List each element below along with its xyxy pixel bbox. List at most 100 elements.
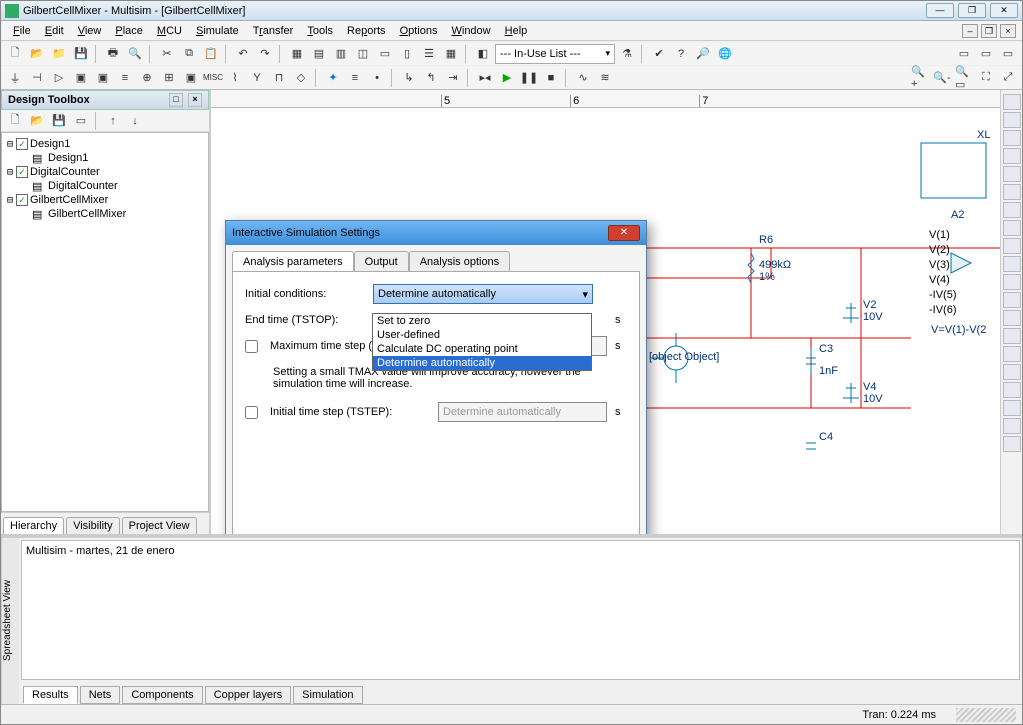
instr-8-icon[interactable] [1003,220,1021,236]
help-icon[interactable]: ? [671,44,691,64]
menu-reports[interactable]: Reports [341,23,392,39]
comp11-icon[interactable]: ⌇ [225,68,245,88]
layout3-icon[interactable]: ▭ [998,44,1018,64]
checkbox[interactable]: ✓ [16,194,28,206]
instr-4-icon[interactable] [1003,148,1021,164]
tab-copper-layers[interactable]: Copper layers [205,686,291,704]
tab-output[interactable]: Output [354,251,409,271]
instr-13-icon[interactable] [1003,310,1021,326]
db-icon[interactable]: ◫ [353,44,373,64]
menu-help[interactable]: Help [499,23,534,39]
initial-conditions-combo[interactable]: Determine automatically▾ [373,284,593,304]
tab-simulation[interactable]: Simulation [293,686,362,704]
dropdown-item-set-to-zero[interactable]: Set to zero [373,314,591,328]
dropdown-item-dc-op[interactable]: Calculate DC operating point [373,342,591,356]
tab-project-view[interactable]: Project View [122,517,197,534]
sheets-icon[interactable]: ▯ [397,44,417,64]
minimize-button[interactable]: — [926,3,954,18]
comp2-icon[interactable]: ⊣ [27,68,47,88]
spreadsheet-content[interactable]: Multisim - martes, 21 de enero [21,540,1020,680]
inuse-list-combo[interactable]: --- In-Use List --- [495,44,615,64]
menu-file[interactable]: File [7,23,37,39]
panel-close-icon[interactable]: × [188,93,202,107]
paste-icon[interactable]: 📋 [201,44,221,64]
tree-save-icon[interactable]: 💾 [49,111,69,131]
globe-icon[interactable]: 🌐 [715,44,735,64]
filter-icon[interactable]: ⚗ [617,44,637,64]
probe-icon[interactable]: ✦ [323,68,343,88]
tree-collapse-icon[interactable]: ▭ [71,111,91,131]
instr-19-icon[interactable] [1003,418,1021,434]
tab-results[interactable]: Results [23,686,78,704]
menu-simulate[interactable]: Simulate [190,23,245,39]
mdi-restore[interactable]: ❐ [981,24,997,38]
comp7-icon[interactable]: ⊕ [137,68,157,88]
tab-analysis-options[interactable]: Analysis options [409,251,511,271]
comp13-icon[interactable]: ⊓ [269,68,289,88]
tree-new-icon[interactable]: 🗋 [5,111,25,131]
mdi-close[interactable]: × [1000,24,1016,38]
comp3-icon[interactable]: ▷ [49,68,69,88]
fullscreen-icon[interactable]: ⤢ [998,68,1018,88]
instr-12-icon[interactable] [1003,292,1021,308]
copy-icon[interactable]: ⧉ [179,44,199,64]
find-icon[interactable]: 🔎 [693,44,713,64]
tab-hierarchy[interactable]: Hierarchy [3,517,64,534]
grid2-icon[interactable]: ▤ [309,44,329,64]
jct-icon[interactable]: • [367,68,387,88]
mdi-minimize[interactable]: – [962,24,978,38]
instr-5-icon[interactable] [1003,166,1021,182]
stop-icon[interactable]: ■ [541,68,561,88]
zoom-in-icon[interactable]: 🔍+ [910,68,930,88]
instr-9-icon[interactable] [1003,238,1021,254]
menu-tools[interactable]: Tools [301,23,339,39]
comp1-icon[interactable]: ⏚ [5,68,25,88]
pause-icon[interactable]: ❚❚ [519,68,539,88]
instr-11-icon[interactable] [1003,274,1021,290]
comp-misc-icon[interactable]: MISC [203,68,223,88]
dialog-close-button[interactable]: ✕ [608,225,640,241]
instr-10-icon[interactable] [1003,256,1021,272]
comp5-icon[interactable]: ▣ [93,68,113,88]
analyze-icon[interactable]: ≋ [595,68,615,88]
twisty-icon[interactable]: ⊟ [4,139,16,150]
layout2-icon[interactable]: ▭ [976,44,996,64]
next-icon[interactable]: ⇥ [443,68,463,88]
menu-window[interactable]: Window [445,23,496,39]
instr-20-icon[interactable] [1003,436,1021,452]
preview-icon[interactable]: 🔍 [125,44,145,64]
panel-pin-icon[interactable]: □ [169,93,183,107]
instr-1-icon[interactable] [1003,94,1021,110]
twisty-icon[interactable]: ⊟ [4,167,16,178]
ai-icon[interactable]: ◧ [473,44,493,64]
undo-icon[interactable]: ↶ [233,44,253,64]
tree-item-design1-child[interactable]: ▤ Design1 [4,151,206,165]
menu-transfer[interactable]: Transfer [247,23,300,39]
menu-place[interactable]: Place [109,23,149,39]
instr-14-icon[interactable] [1003,328,1021,344]
tree-item-gilbert[interactable]: ⊟ ✓ GilbertCellMixer [4,193,206,207]
stack-icon[interactable]: ☰ [419,44,439,64]
comp14-icon[interactable]: ◇ [291,68,311,88]
run-toggle-icon[interactable]: ▸◂ [475,68,495,88]
comp6-icon[interactable]: ≡ [115,68,135,88]
sheet-icon[interactable]: ▭ [375,44,395,64]
maximize-button[interactable]: ❐ [958,3,986,18]
tmax-checkbox[interactable] [245,340,258,353]
instr-3-icon[interactable] [1003,130,1021,146]
save-icon[interactable]: 💾 [71,44,91,64]
dialog-titlebar[interactable]: Interactive Simulation Settings ✕ [226,221,646,245]
tree-up-icon[interactable]: ↑ [103,111,123,131]
tab-visibility[interactable]: Visibility [66,517,120,534]
comp-ant-icon[interactable]: Y [247,68,267,88]
hier-out-icon[interactable]: ↰ [421,68,441,88]
instr-18-icon[interactable] [1003,400,1021,416]
instr-2-icon[interactable] [1003,112,1021,128]
print-icon[interactable]: 🖶 [103,44,123,64]
menu-edit[interactable]: Edit [39,23,70,39]
checkbox[interactable]: ✓ [16,138,28,150]
redo-icon[interactable]: ↷ [255,44,275,64]
tree-open-icon[interactable]: 📂 [27,111,47,131]
bus-icon[interactable]: ≡ [345,68,365,88]
comp4-icon[interactable]: ▣ [71,68,91,88]
